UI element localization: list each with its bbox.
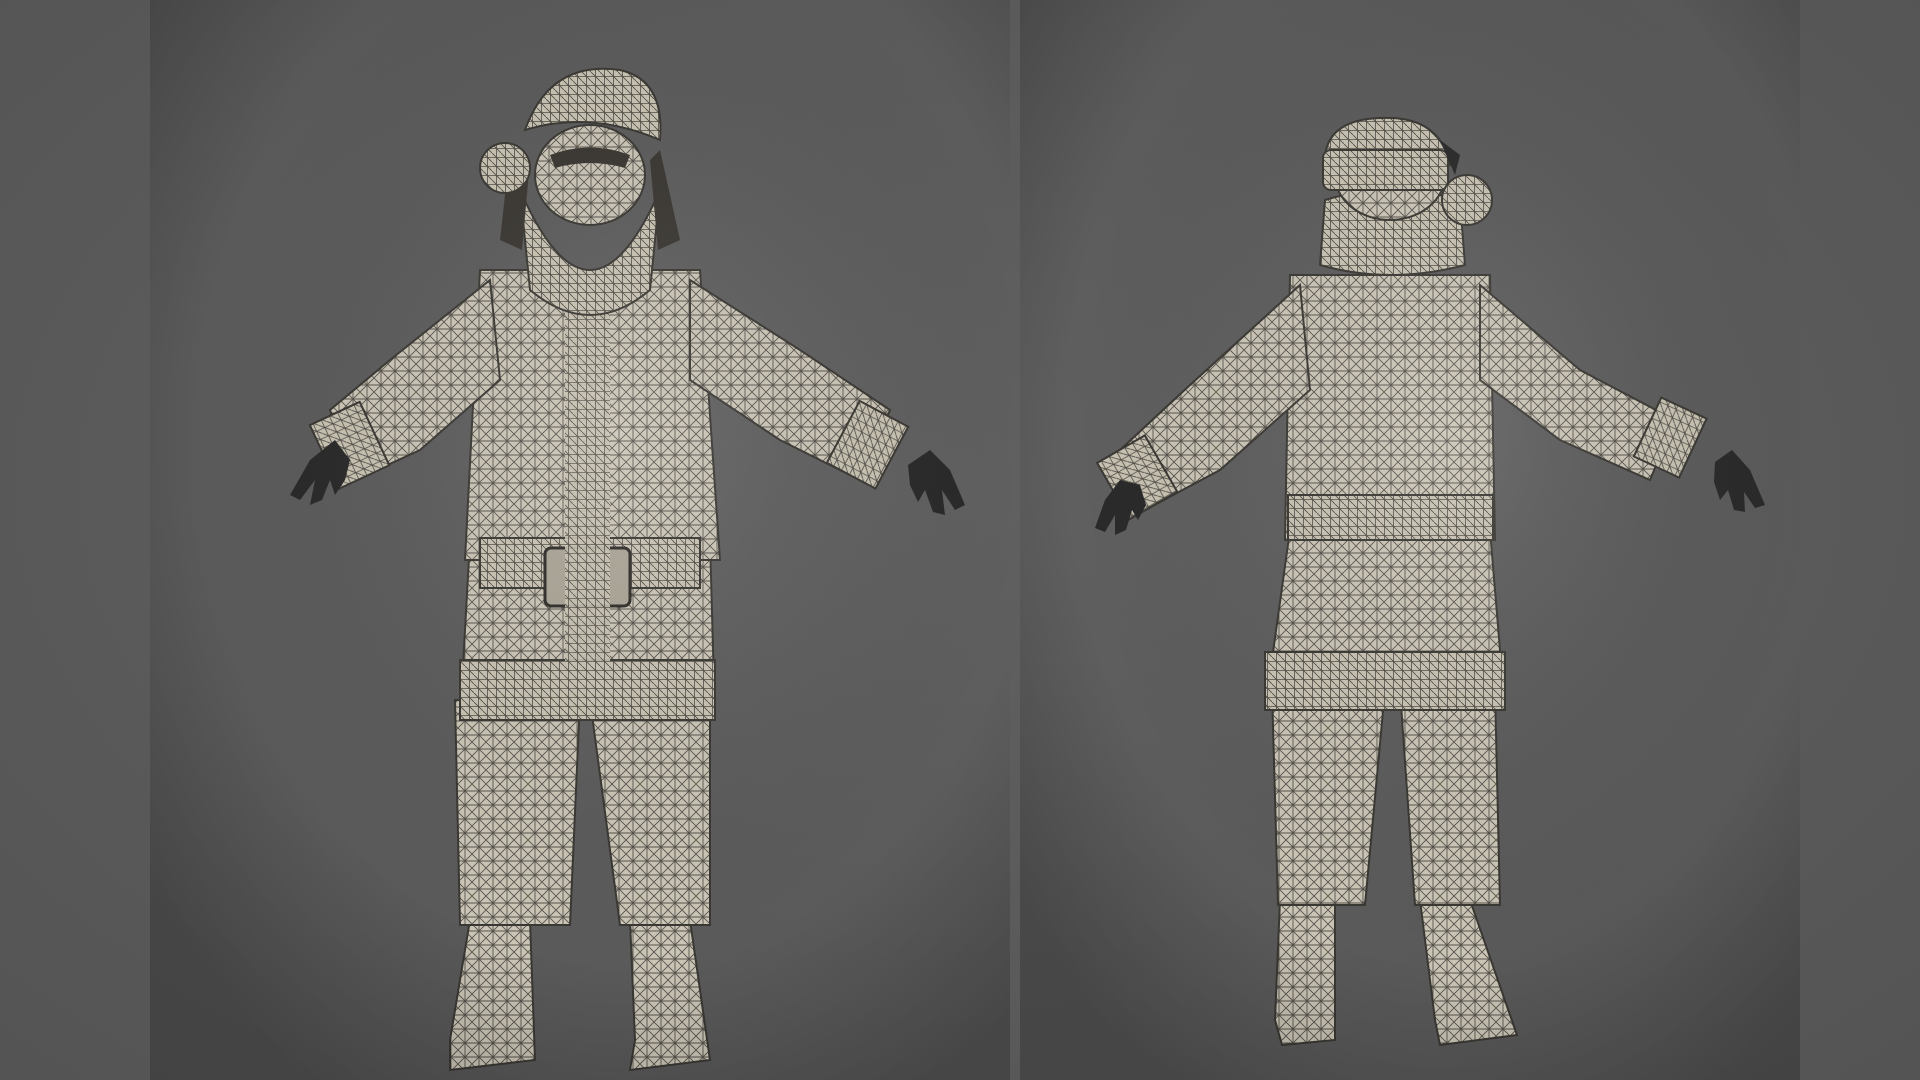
render-viewport — [0, 0, 1920, 1080]
santa-model-front — [150, 0, 1010, 1080]
santa-model-back — [1020, 0, 1800, 1080]
santa-front-wireframe-icon — [150, 0, 1010, 1080]
santa-back-wireframe-icon — [1020, 0, 1800, 1080]
